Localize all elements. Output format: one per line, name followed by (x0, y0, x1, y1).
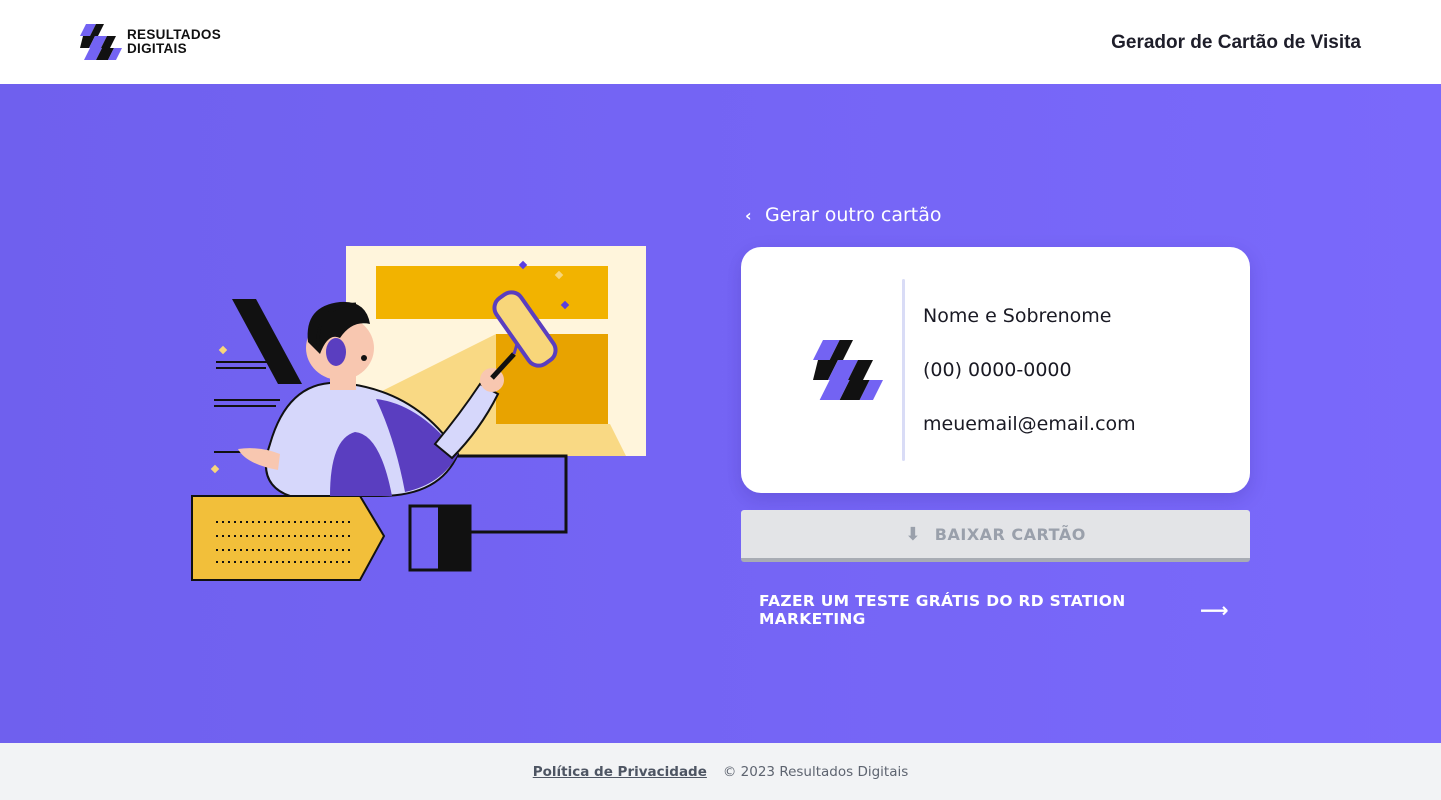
chevron-left-icon: ‹ (745, 205, 752, 225)
download-button-label: BAIXAR CARTÃO (934, 524, 1086, 544)
copyright-text: © 2023 Resultados Digitais (722, 763, 909, 780)
site-header: RESULTADOS DIGITAIS Gerador de Cartão de… (0, 0, 1441, 84)
resultados-digitais-logo[interactable]: RESULTADOS DIGITAIS (80, 22, 230, 62)
business-card-preview: Nome e Sobrenome (00) 0000-0000 meuemail… (741, 247, 1250, 493)
free-trial-link[interactable]: FAZER UM TESTE GRÁTIS DO RD STATION MARK… (759, 592, 1229, 628)
privacy-policy-link[interactable]: Política de Privacidade (533, 764, 707, 780)
rd-card-logo-icon (813, 340, 883, 400)
generate-another-card-link[interactable]: ‹ Gerar outro cartão (745, 204, 942, 226)
download-icon: ⬇ (905, 523, 921, 545)
logo-line-1: RESULTADOS (127, 27, 221, 42)
card-name: Nome e Sobrenome (923, 305, 1112, 327)
logo-line-2: DIGITAIS (127, 41, 187, 56)
free-trial-label: FAZER UM TESTE GRÁTIS DO RD STATION MARK… (759, 592, 1126, 628)
arrow-right-icon: ⟶ (1200, 598, 1229, 622)
card-phone: (00) 0000-0000 (923, 359, 1072, 381)
hero-section: ‹ Gerar outro cartão Nome e Sobrenome (0… (0, 84, 1441, 743)
site-footer: Política de Privacidade © 2023 Resultado… (0, 743, 1441, 800)
card-divider (902, 279, 905, 461)
card-email: meuemail@email.com (923, 413, 1136, 435)
painter-illustration (191, 246, 646, 581)
download-card-button[interactable]: ⬇ BAIXAR CARTÃO (741, 510, 1250, 562)
page-title: Gerador de Cartão de Visita (1111, 32, 1361, 53)
logo-wordmark: RESULTADOS DIGITAIS (127, 28, 221, 56)
rd-logo-mark-icon (80, 24, 122, 60)
back-link-label: Gerar outro cartão (765, 204, 942, 226)
